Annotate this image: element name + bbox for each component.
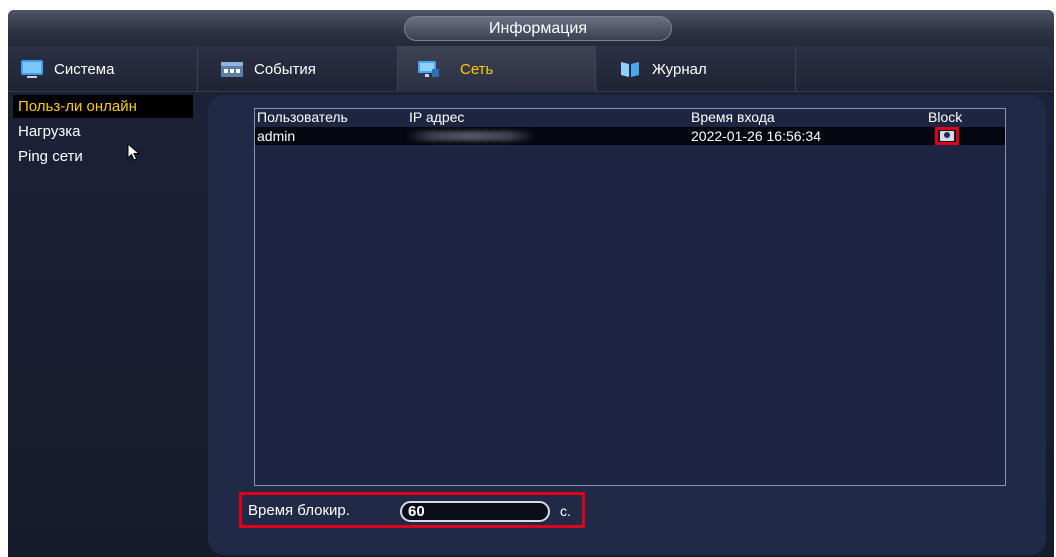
mouse-cursor-icon <box>127 143 141 161</box>
block-user-icon <box>940 131 954 141</box>
sidebar-item-load[interactable]: Нагрузка <box>13 120 193 143</box>
online-users-panel: Пользователь IP адрес Время входа Block … <box>208 95 1046 555</box>
tab-label: Журнал <box>652 60 707 78</box>
monitor-icon <box>20 59 44 79</box>
block-user-button[interactable] <box>935 127 959 145</box>
column-header-ip[interactable]: IP адрес <box>409 109 464 125</box>
column-header-login-time[interactable]: Время входа <box>691 109 775 125</box>
sidebar-item-ping[interactable]: Ping сети <box>13 145 193 168</box>
tab-system[interactable]: Система <box>8 46 198 92</box>
network-icon <box>416 59 440 79</box>
log-book-icon <box>618 59 642 79</box>
info-window: Информация Система События Сеть Журнал П… <box>8 10 1054 557</box>
tab-label: Сеть <box>460 60 494 78</box>
title-bar: Информация <box>8 10 1054 46</box>
user-cell: admin <box>257 128 296 144</box>
column-header-user[interactable]: Пользователь <box>257 109 348 125</box>
login-time-cell: 2022-01-26 16:56:34 <box>691 128 821 144</box>
block-time-field: Время блокир. 60 с. <box>239 492 585 528</box>
table-row[interactable]: admin 2022-01-26 16:56:34 <box>255 127 1005 145</box>
tab-log[interactable]: Журнал <box>596 46 796 92</box>
sidebar: Польз-ли онлайн Нагрузка Ping сети <box>8 92 208 557</box>
tab-events[interactable]: События <box>198 46 398 92</box>
block-time-label: Время блокир. <box>248 502 350 519</box>
block-time-unit: с. <box>560 503 571 519</box>
sidebar-item-online-users[interactable]: Польз-ли онлайн <box>13 95 193 118</box>
online-users-list: Пользователь IP адрес Время входа Block … <box>254 108 1006 486</box>
block-time-input[interactable]: 60 <box>400 501 550 522</box>
tab-label: События <box>254 60 316 78</box>
tab-bar: Система События Сеть Журнал <box>8 46 1054 92</box>
column-header-block[interactable]: Block <box>928 109 962 125</box>
ip-cell-redacted <box>407 131 535 141</box>
tab-network[interactable]: Сеть <box>398 46 596 92</box>
tab-label: Система <box>54 60 115 78</box>
events-icon <box>220 59 244 79</box>
window-title: Информация <box>404 16 672 41</box>
